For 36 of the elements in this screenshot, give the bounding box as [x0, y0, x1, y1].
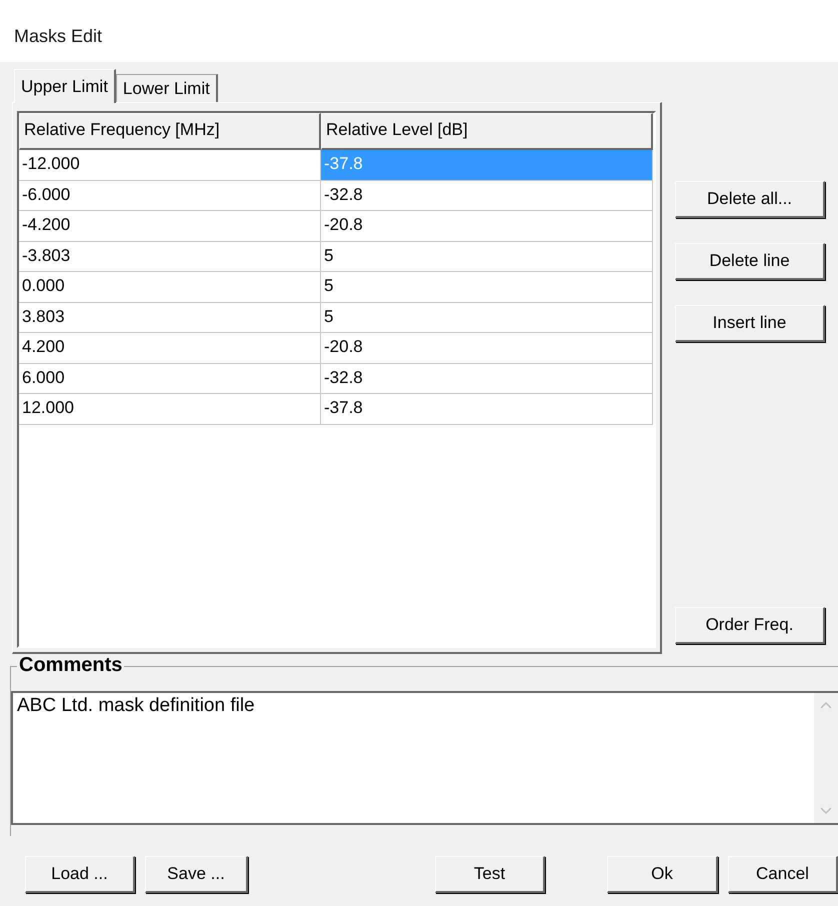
- table-cell[interactable]: 5: [321, 242, 653, 272]
- column-header[interactable]: Relative Frequency [MHz]: [19, 113, 321, 150]
- side-button[interactable]: Insert line: [675, 305, 825, 342]
- table-cell[interactable]: -3.803: [19, 242, 321, 272]
- side-button[interactable]: Delete all...: [675, 181, 825, 218]
- table-cell[interactable]: -32.8: [321, 364, 653, 394]
- table-cell[interactable]: 6.000: [19, 364, 321, 394]
- table-cell[interactable]: 5: [321, 302, 653, 333]
- dialog-button[interactable]: Cancel: [728, 856, 838, 893]
- dialog-button[interactable]: Ok: [607, 856, 718, 893]
- tab[interactable]: Lower Limit: [116, 74, 218, 102]
- table-cell[interactable]: -20.8: [321, 211, 653, 242]
- scrollbar[interactable]: [814, 693, 838, 823]
- scroll-up-icon[interactable]: [820, 701, 832, 709]
- dialog-button[interactable]: Load ...: [25, 856, 135, 893]
- table-cell[interactable]: -37.8: [321, 394, 653, 424]
- table-cell[interactable]: 0.000: [19, 272, 321, 302]
- side-button[interactable]: Delete line: [675, 243, 825, 280]
- window-title: Masks Edit: [14, 26, 102, 47]
- dialog-button[interactable]: Save ...: [145, 856, 248, 893]
- table-cell[interactable]: 4.200: [19, 333, 321, 364]
- table-cell[interactable]: -32.8: [321, 180, 653, 211]
- table-cell[interactable]: -20.8: [321, 333, 653, 364]
- table-cell[interactable]: -6.000: [19, 180, 321, 211]
- dialog-button[interactable]: Test: [435, 856, 545, 893]
- column-header[interactable]: Relative Level [dB]: [321, 113, 653, 150]
- comments-field[interactable]: ABC Ltd. mask definition file: [11, 691, 838, 825]
- tab[interactable]: Upper Limit: [14, 69, 116, 103]
- table-cell[interactable]: -4.200: [19, 211, 321, 242]
- table-cell[interactable]: 5: [321, 272, 653, 302]
- table-cell[interactable]: 3.803: [19, 302, 321, 333]
- scroll-down-icon[interactable]: [820, 807, 832, 815]
- table-cell[interactable]: 12.000: [19, 394, 321, 424]
- table-cell[interactable]: -12.000: [19, 150, 321, 180]
- order-button[interactable]: Order Freq.: [675, 607, 825, 644]
- comment-text: ABC Ltd. mask definition file: [17, 695, 255, 716]
